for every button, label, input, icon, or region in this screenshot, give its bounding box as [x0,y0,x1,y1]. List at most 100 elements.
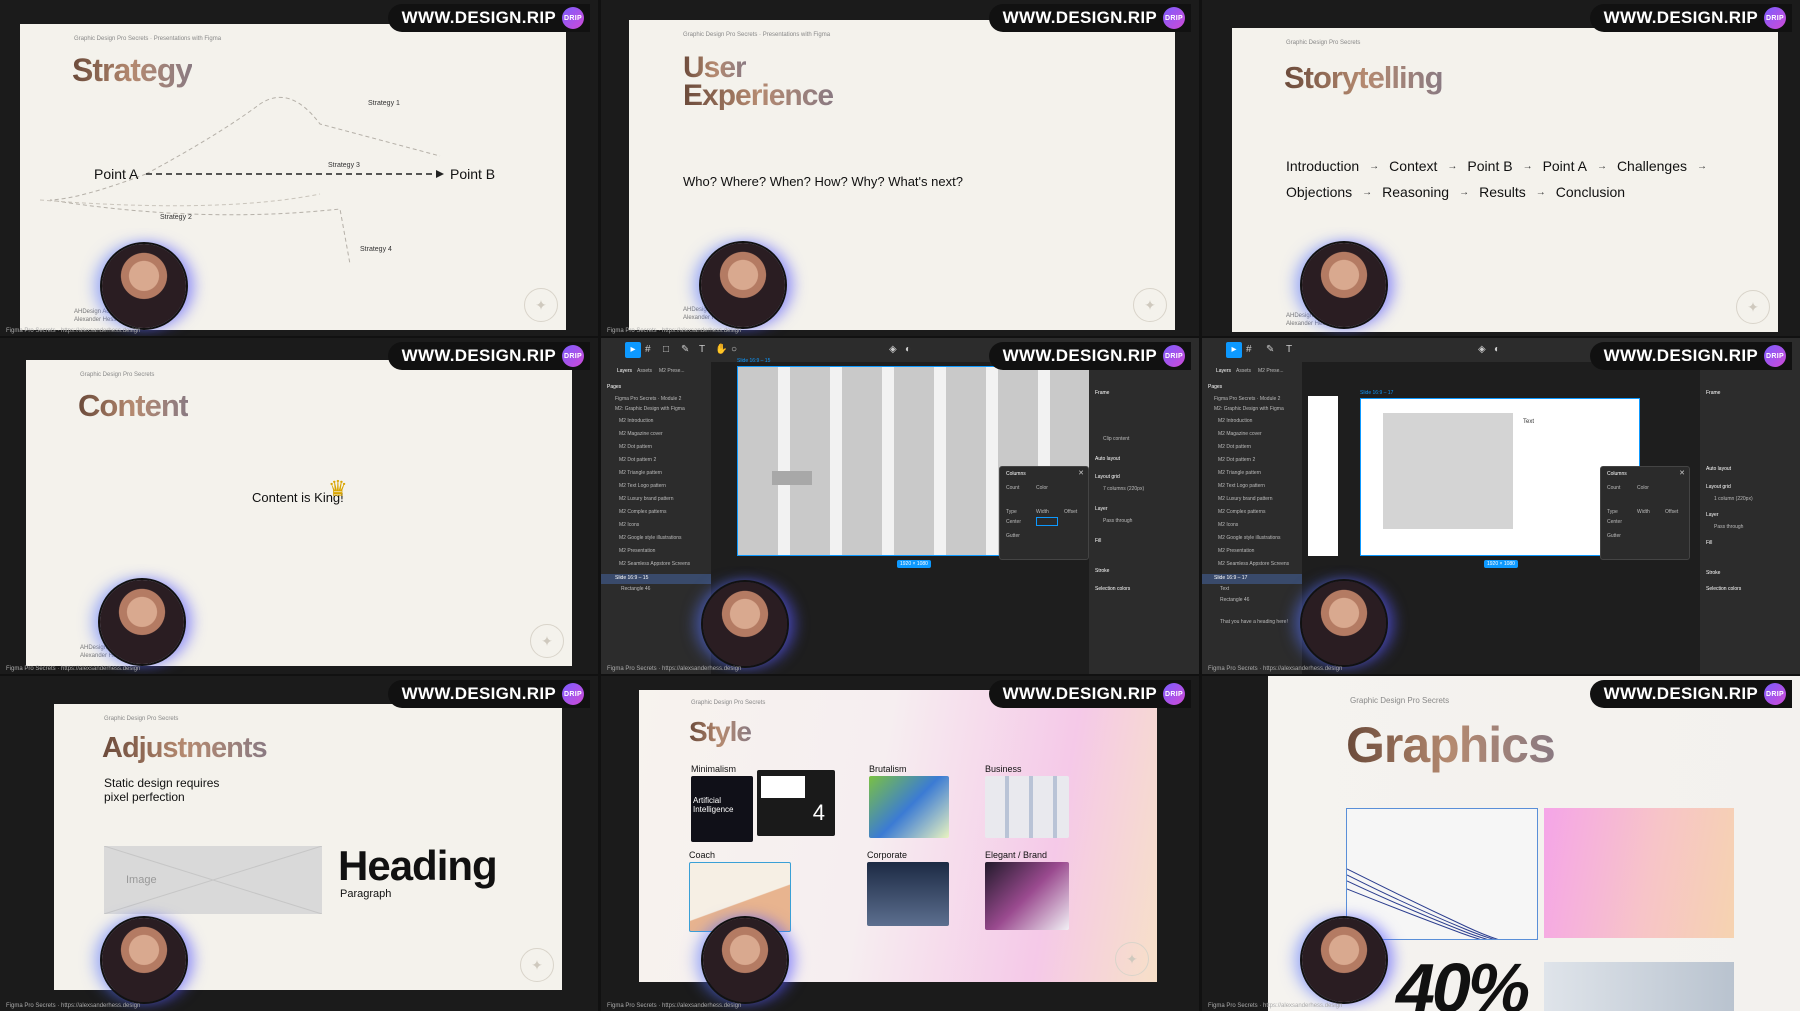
layer-frame-name[interactable]: Slide 16:9 – 17 [1214,575,1247,581]
style-thumb-minimalism[interactable]: Artificial Intelligence [691,776,753,842]
drip-badge-icon: DRIP [562,7,584,29]
fill-section-label: Fill [1706,540,1713,546]
layer-frame-name[interactable]: Slide 16:9 – 15 [615,575,648,581]
pass-through-value[interactable]: Pass through [1714,524,1743,530]
slide-title-line1: User [683,51,747,84]
close-icon[interactable]: ✕ [1679,469,1685,477]
graphic-photo[interactable] [1544,962,1734,1011]
clip-content-label[interactable]: Clip content [1103,436,1129,442]
shape-tool-icon[interactable]: □ [663,344,669,355]
style-thumb-minimalism-2[interactable]: 4 [757,770,835,836]
watermark: WWW.DESIGN.RIP DRIP [1589,680,1792,708]
layer-item[interactable]: M2 Dot pattern [1218,444,1251,450]
frame-tool-icon[interactable]: # [1246,344,1252,355]
watermark: WWW.DESIGN.RIP DRIP [387,342,590,370]
gutter-label: Gutter [1607,533,1621,539]
grid-cell-adjustments: Graphic Design Pro Secrets Adjustments S… [0,676,598,1011]
layer-item[interactable]: M2 Seamless Appstore Screens [1218,561,1289,567]
image-label: Image [126,874,157,886]
layer-item[interactable]: M2 Luxury brand pattern [1218,496,1272,502]
layer-item[interactable]: M2 Google style illustrations [1218,535,1281,541]
graphic-frame-lines[interactable] [1346,808,1538,940]
layer-item[interactable]: M2 Magazine cover [1218,431,1262,437]
layer-item[interactable]: M2 Complex patterns [619,509,667,515]
layer-item[interactable]: M2 Text Logo pattern [619,483,666,489]
tab-assets[interactable]: Assets [637,368,652,374]
contrast-icon[interactable]: ◐ [1494,344,1500,355]
pen-tool-icon[interactable]: ✎ [1266,344,1274,355]
style-thumb-elegant[interactable] [985,862,1069,930]
layer-text-name[interactable]: Text [1220,586,1229,592]
pen-tool-icon[interactable]: ✎ [681,344,689,355]
columns-value[interactable]: 7 columns (220px) [1103,486,1144,492]
layer-item[interactable]: M2 Seamless Appstore Screens [619,561,690,567]
layer-item[interactable]: M2 Magazine cover [619,431,663,437]
layer-item[interactable]: M2 Dot pattern 2 [1218,457,1255,463]
text-layer[interactable]: Text [1523,419,1534,425]
layer-item[interactable]: M2 Complex patterns [1218,509,1266,515]
presenter-avatar [102,244,186,328]
layer-section-label: Layer [1095,506,1108,512]
layer-item[interactable]: M2 Introduction [1218,418,1252,424]
center-value[interactable]: Center [1006,519,1021,525]
page-item[interactable]: Figma Pro Secrets · Module 2 [1214,396,1280,402]
layer-item[interactable]: M2 Presentation [1218,548,1254,554]
close-icon[interactable]: ✕ [1078,469,1084,477]
columns-value[interactable]: 1 column (220px) [1714,496,1753,502]
move-tool-icon[interactable]: ▸ [1226,342,1242,358]
layer-item[interactable]: M2 Icons [619,522,639,528]
style-thumb-brutalism[interactable] [869,776,949,838]
rectangle-shape[interactable] [1383,413,1513,529]
image-placeholder: Image [104,846,322,914]
layer-item[interactable]: M2 Introduction [619,418,653,424]
move-tool-icon[interactable]: ▸ [625,342,641,358]
text-tool-icon[interactable]: T [699,344,705,355]
layer-item[interactable]: M2 Presentation [619,548,655,554]
presenter-avatar [703,918,787,1002]
pass-through-value[interactable]: Pass through [1103,518,1132,524]
contrast-icon[interactable]: ◐ [905,344,911,355]
layer-rect-name[interactable]: Rectangle 46 [1220,597,1249,603]
page-item[interactable]: Figma Pro Secrets · Module 2 [615,396,681,402]
component-icon[interactable]: ◈ [1478,344,1486,355]
style-thumb-corporate[interactable] [867,862,949,926]
layer-item[interactable]: M2 Luxury brand pattern [619,496,673,502]
layer-item[interactable]: M2 Triangle pattern [619,470,662,476]
paragraph-sample: Paragraph [340,888,392,900]
tab-page[interactable]: M2 Prese... [1258,368,1284,374]
canvas-frame[interactable]: Text [1360,398,1640,556]
center-value[interactable]: Center [1607,519,1622,525]
width-input[interactable] [1036,517,1058,526]
page-item[interactable]: M2: Graphic Design with Figma [1214,406,1284,412]
watermark: WWW.DESIGN.RIP DRIP [387,680,590,708]
layer-item[interactable]: M2 Google style illustrations [619,535,682,541]
text-tool-icon[interactable]: T [1286,344,1292,355]
design-panel: Frame Auto layout Layout grid 1 column (… [1700,362,1800,674]
presenter-avatar [102,918,186,1002]
rectangle-shape[interactable] [772,471,812,485]
comment-tool-icon[interactable]: ○ [731,344,737,355]
tab-layers[interactable]: Layers [617,368,632,374]
hand-tool-icon[interactable]: ✋ [715,344,727,355]
tab-layers[interactable]: Layers [1216,368,1231,374]
frame-tool-icon[interactable]: # [645,344,651,355]
seal-icon: ✦ [524,288,558,322]
layer-rect-name[interactable]: Rectangle 46 [621,586,650,592]
layer-item[interactable]: M2 Triangle pattern [1218,470,1261,476]
slide-title: Style [689,716,752,747]
layer-item[interactable]: M2 Icons [1218,522,1238,528]
style-thumb-business[interactable] [985,776,1069,838]
drip-badge-icon: DRIP [562,683,584,705]
slide-series-label: Graphic Design Pro Secrets [1286,40,1361,46]
layer-item[interactable]: M2 Dot pattern [619,444,652,450]
tab-page[interactable]: M2 Prese... [659,368,685,374]
layer-item[interactable]: M2 Text Logo pattern [1218,483,1265,489]
tab-assets[interactable]: Assets [1236,368,1251,374]
graphic-gradient[interactable] [1544,808,1734,938]
component-icon[interactable]: ◈ [889,344,897,355]
page-item[interactable]: M2: Graphic Design with Figma [615,406,685,412]
layer-item[interactable]: M2 Dot pattern 2 [619,457,656,463]
presenter-avatar [701,243,785,327]
layer-hint[interactable]: That you have a heading here! [1220,619,1288,625]
slide-course-label: Graphic Design Pro Secrets · Presentatio… [683,32,831,38]
